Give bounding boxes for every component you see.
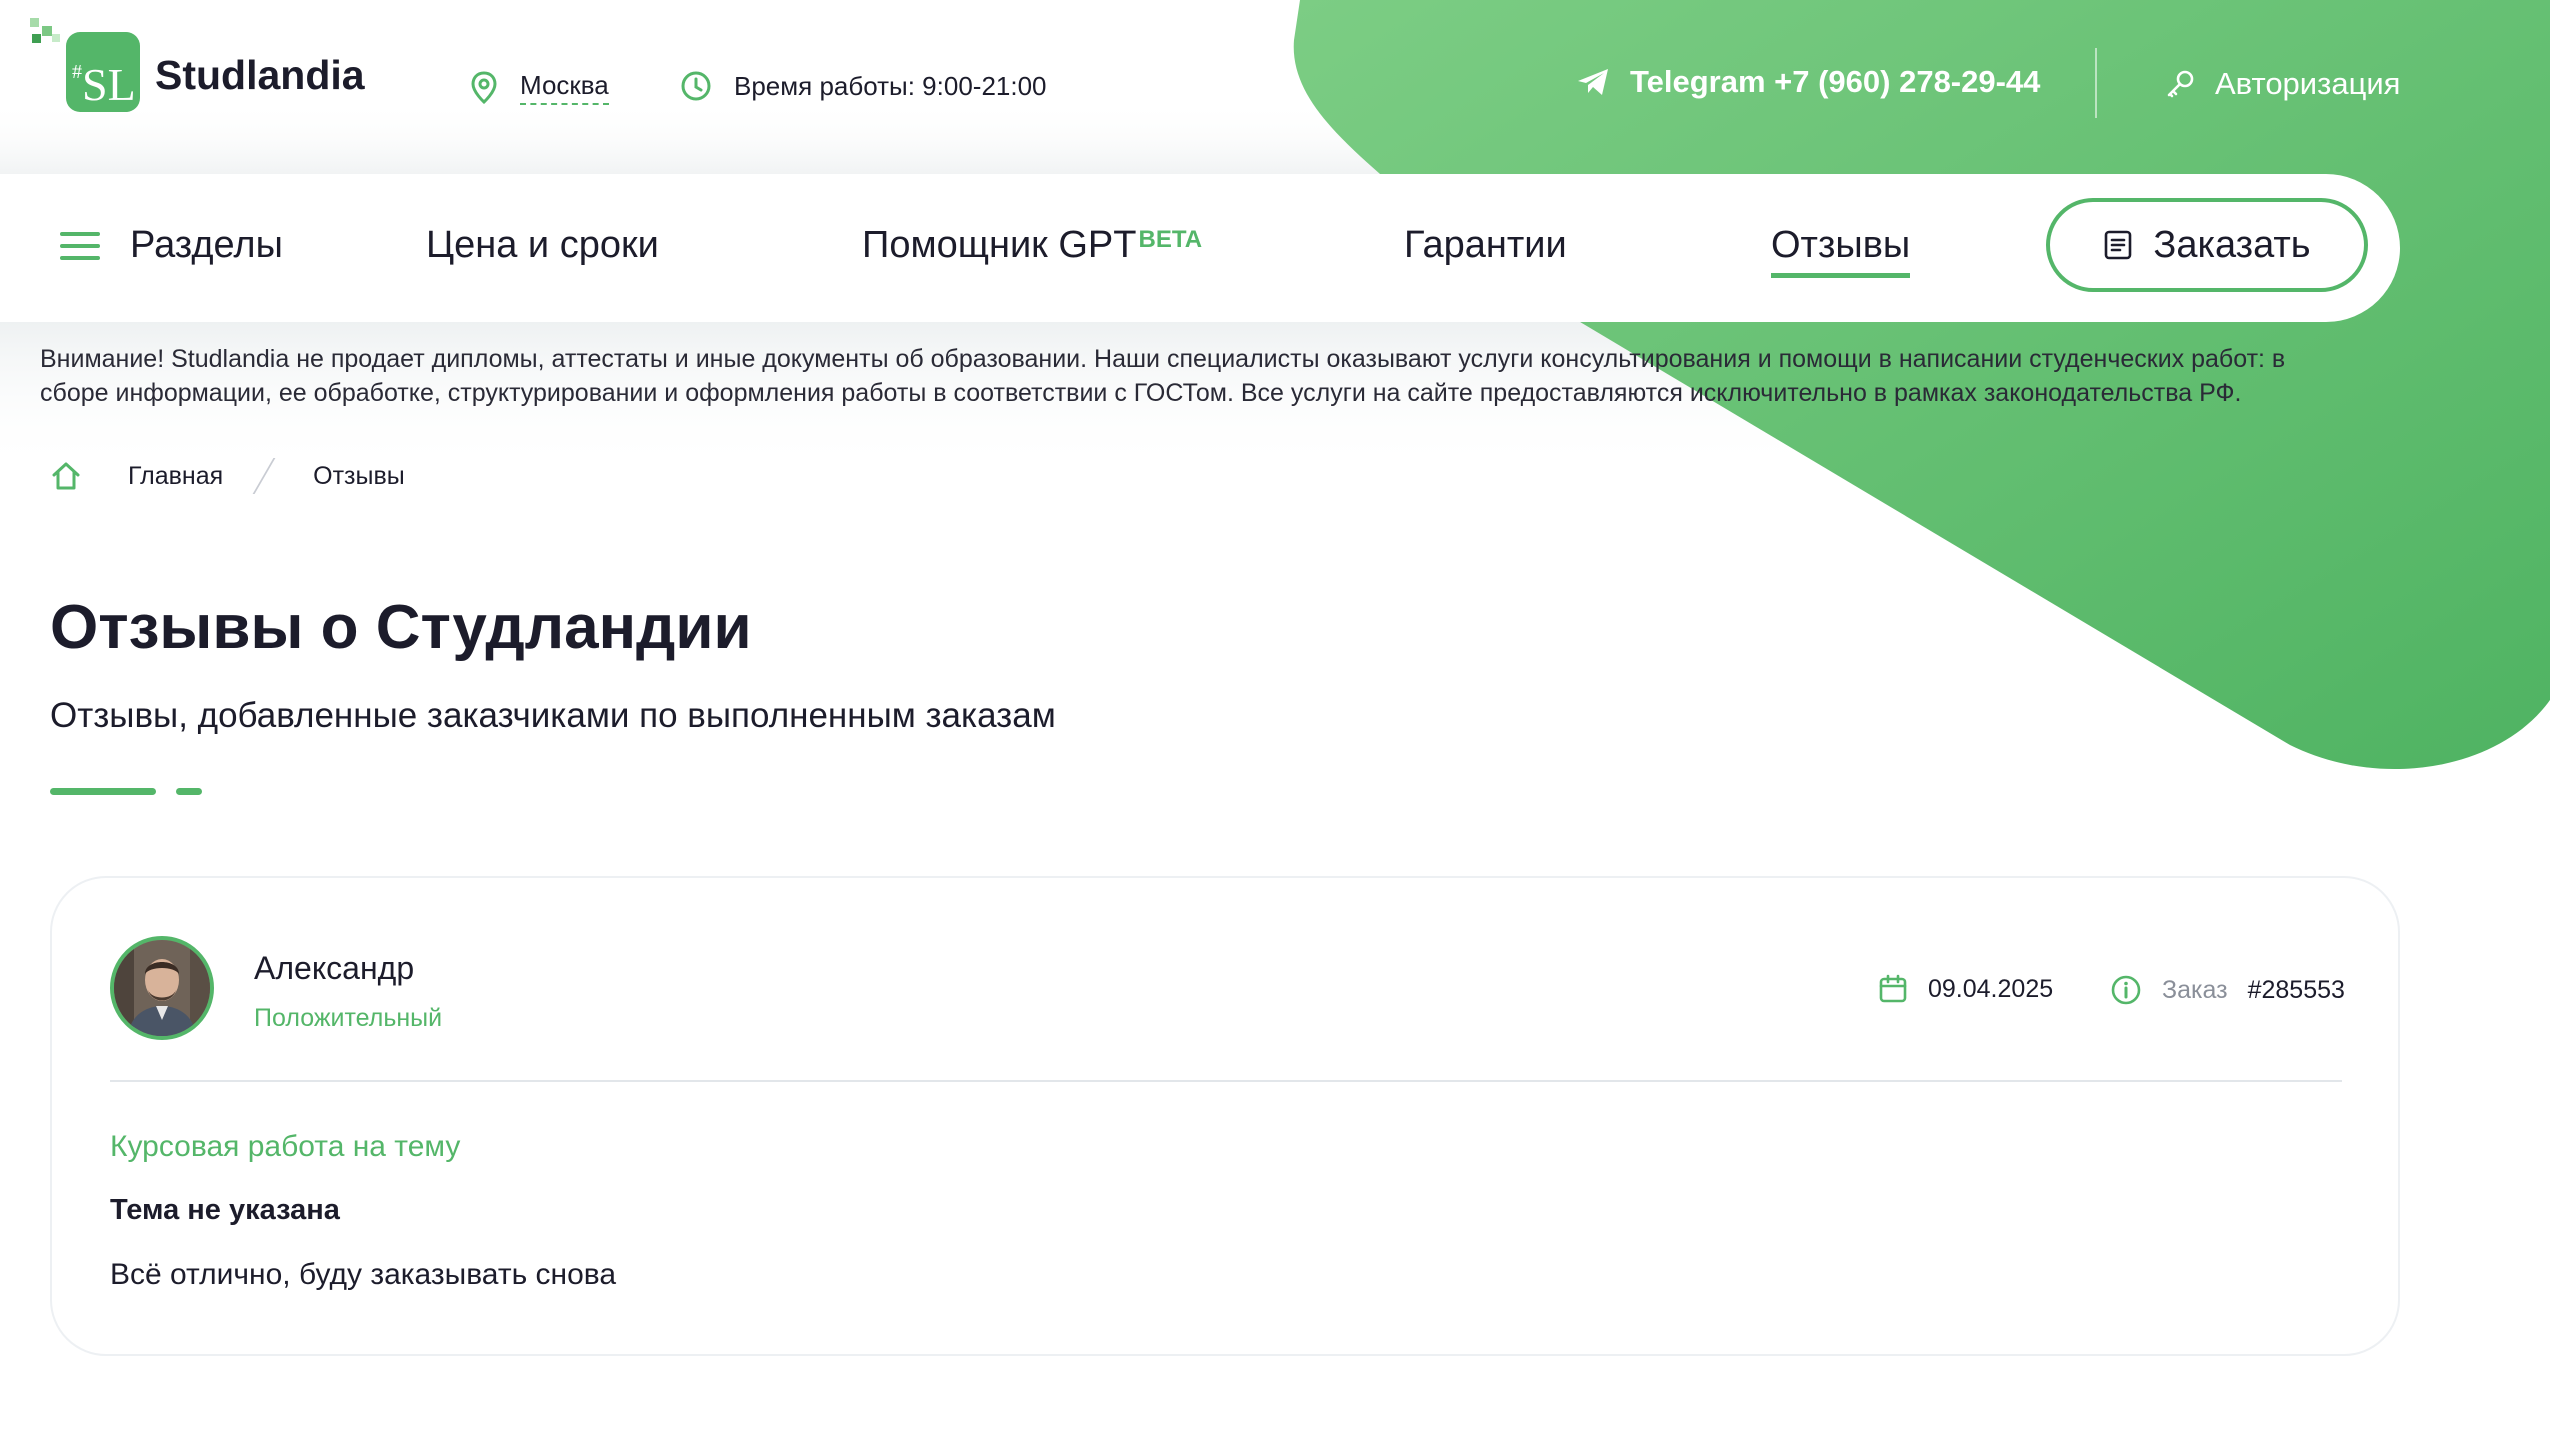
nav-gpt-assistant[interactable]: Помощник GPT BETA — [862, 224, 1202, 267]
order-number[interactable]: #285553 — [2248, 976, 2345, 1005]
header-divider — [2095, 48, 2097, 118]
breadcrumb-current: Отзывы — [313, 461, 405, 490]
avatar — [110, 936, 214, 1040]
order-label: Заказ — [2162, 975, 2228, 1004]
nav-sections-label[interactable]: Разделы — [130, 224, 283, 267]
svg-text:#: # — [72, 61, 82, 83]
city-label[interactable]: Москва — [520, 70, 609, 105]
beta-badge: BETA — [1138, 225, 1203, 253]
order-button[interactable]: Заказать — [2046, 198, 2368, 292]
working-hours: Время работы: 9:00-21:00 — [680, 70, 1047, 102]
telegram-icon — [1578, 69, 1608, 95]
nav-gpt-label[interactable]: Помощник GPT — [862, 224, 1136, 267]
nav-price-label[interactable]: Цена и сроки — [426, 224, 659, 267]
working-hours-label: Время работы: 9:00-21:00 — [734, 70, 1047, 101]
nav-reviews-label[interactable]: Отзывы — [1771, 224, 1911, 278]
review-author: Александр — [254, 950, 415, 986]
review-order: Заказ #285553 — [2110, 974, 2345, 1006]
login-label[interactable]: Авторизация — [2215, 66, 2400, 102]
clock-icon — [681, 71, 711, 101]
title-accent-short — [176, 788, 202, 795]
calendar-icon — [1879, 974, 1907, 1003]
telegram-link[interactable]: Telegram +7 (960) 278-29-44 — [1576, 64, 2040, 100]
login-link[interactable]: Авторизация — [2165, 66, 2400, 102]
review-date: 09.04.2025 — [1878, 974, 2053, 1004]
breadcrumb-separator — [252, 458, 276, 494]
page-title: Отзывы о Студландии — [50, 593, 752, 662]
review-sentiment: Положительный — [254, 1004, 443, 1032]
logo-icon: # SL — [30, 18, 140, 112]
brand-name[interactable]: Studlandia — [155, 52, 365, 99]
nav-sections[interactable]: Разделы — [60, 224, 283, 267]
person-avatar-icon — [114, 940, 210, 1036]
nav-guarantees-label[interactable]: Гарантии — [1404, 224, 1567, 267]
nav-price[interactable]: Цена и сроки — [426, 224, 659, 267]
info-icon — [2111, 975, 2141, 1005]
key-icon — [2167, 70, 2194, 98]
page-subtitle: Отзывы, добавленные заказчиками по выпол… — [50, 696, 1056, 735]
city-selector[interactable]: Москва — [470, 70, 609, 105]
order-button-label[interactable]: Заказать — [2153, 224, 2310, 267]
breadcrumb: Главная Отзывы — [50, 458, 405, 494]
review-date-value: 09.04.2025 — [1928, 974, 2054, 1003]
hamburger-menu-icon — [60, 231, 100, 260]
review-card: Александр Положительный 09.04.2025 Заказ… — [50, 876, 2400, 1356]
document-icon — [2105, 230, 2132, 260]
work-topic: Тема не указана — [110, 1194, 340, 1226]
legal-notice: Внимание! Studlandia не продает дипломы,… — [40, 345, 2286, 407]
telegram-label[interactable]: Telegram +7 (960) 278-29-44 — [1630, 64, 2040, 100]
review-text: Всё отлично, буду заказывать снова — [110, 1258, 617, 1291]
location-pin-icon — [471, 70, 497, 104]
nav-reviews[interactable]: Отзывы — [1771, 224, 1911, 278]
work-type: Курсовая работа на тему — [110, 1130, 461, 1163]
nav-guarantees[interactable]: Гарантии — [1404, 224, 1567, 267]
svg-text:SL: SL — [82, 59, 136, 110]
breadcrumb-home[interactable]: Главная — [128, 462, 223, 491]
main-navbar: Разделы Цена и сроки Помощник GPT BETA Га… — [0, 174, 2400, 322]
title-accent-long — [50, 788, 156, 795]
card-divider — [110, 1080, 2342, 1082]
home-icon[interactable] — [50, 461, 82, 491]
